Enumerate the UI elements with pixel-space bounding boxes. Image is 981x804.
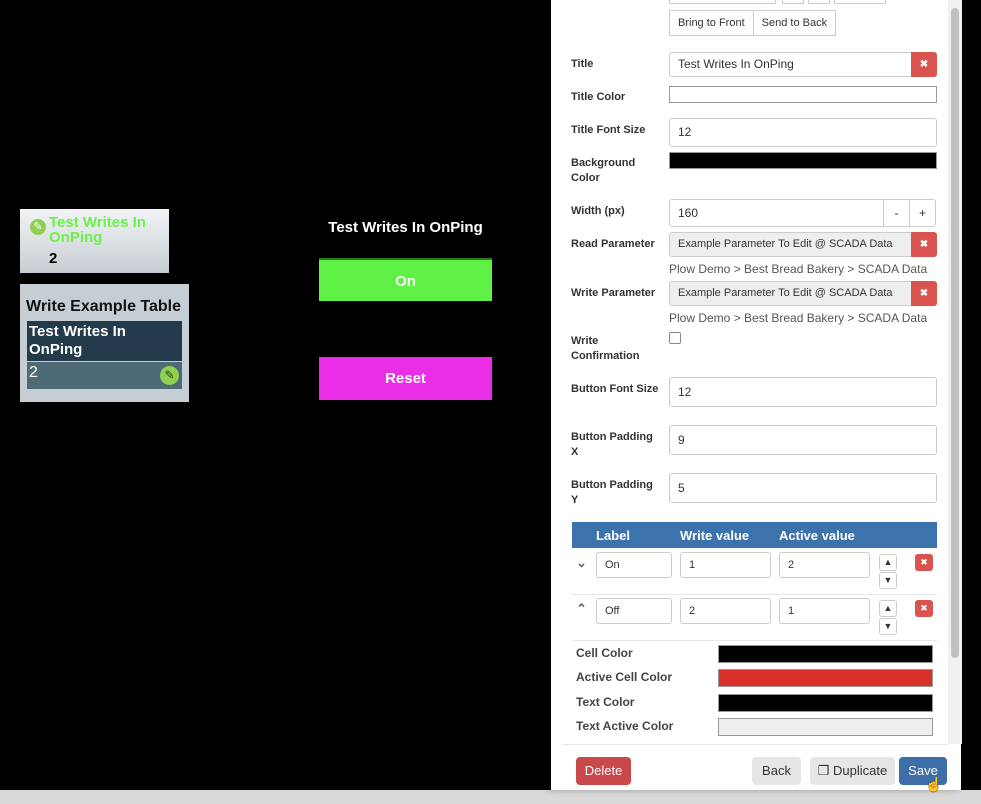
send-to-back-button[interactable]: Send to Back (753, 10, 837, 36)
pencil-icon[interactable]: ✎ (160, 366, 179, 385)
width-increase-button[interactable]: + (909, 199, 936, 227)
cut-off-control[interactable] (834, 0, 886, 4)
on-button[interactable]: On (319, 258, 492, 301)
duplicate-button[interactable]: ❐ Duplicate (810, 757, 895, 785)
dashboard-canvas: ✎ Test Writes In OnPing 2 Write Example … (0, 0, 551, 790)
width-input[interactable]: 160 (669, 199, 884, 227)
text-color-label: Text Color (576, 695, 635, 709)
width-decrease-button[interactable]: - (883, 199, 910, 227)
value-widget-value: 2 (49, 250, 58, 267)
row-divider (572, 594, 937, 595)
move-up-button[interactable]: ▲ (879, 554, 897, 571)
text-active-color-label: Text Active Color (576, 719, 674, 733)
button-padding-y-input[interactable]: 5 (669, 473, 937, 503)
write-parameter-path: Plow Demo > Best Bread Bakery > SCADA Da… (669, 311, 928, 325)
bottom-strip (0, 790, 981, 804)
write-parameter-input[interactable]: Example Parameter To Edit @ SCADA Data (669, 281, 912, 306)
delete-button[interactable]: Delete (576, 757, 631, 785)
state-label-input[interactable]: On (596, 552, 672, 578)
read-parameter-input[interactable]: Example Parameter To Edit @ SCADA Data (669, 232, 912, 257)
read-parameter-path: Plow Demo > Best Bread Bakery > SCADA Da… (669, 262, 928, 276)
scrollbar-thumb[interactable] (951, 8, 959, 658)
chevron-down-icon: ▼ (883, 621, 893, 631)
chevron-up-icon: ▲ (883, 603, 893, 613)
cell-color-label: Cell Color (576, 646, 633, 660)
chevron-up-icon: ▲ (883, 557, 893, 567)
write-table-header: Test Writes In OnPing (27, 321, 182, 361)
state-write-value-input[interactable]: 2 (680, 598, 771, 624)
background-color-swatch[interactable] (669, 152, 937, 169)
cell-color-swatch[interactable] (718, 645, 933, 663)
hand-cursor-icon: ☝ (925, 776, 943, 792)
button-padding-x-input[interactable]: 9 (669, 425, 937, 455)
button-font-size-input[interactable]: 12 (669, 377, 937, 407)
clear-read-parameter-button[interactable]: ✖ (911, 232, 937, 257)
panel-scrollbar[interactable] (948, 0, 962, 744)
footer-divider (563, 744, 948, 745)
chevron-down-icon[interactable]: ⌄ (576, 555, 587, 571)
button-padding-y-label: Button Padding Y (571, 479, 653, 506)
pencil-icon[interactable]: ✎ (30, 219, 46, 235)
back-button[interactable]: Back (752, 757, 801, 785)
write-confirmation-label: Write Confirmation (571, 335, 640, 362)
move-down-button[interactable]: ▼ (879, 572, 897, 589)
state-label-input[interactable]: Off (596, 598, 672, 624)
states-table-header: Label Write value Active value (572, 522, 937, 548)
title-label: Title (571, 58, 594, 70)
duplicate-label: Duplicate (833, 763, 888, 778)
title-color-swatch[interactable] (669, 86, 937, 103)
write-table-row[interactable]: 2 ✎ (27, 362, 182, 389)
state-active-value-input[interactable]: 1 (779, 598, 870, 624)
write-confirmation-checkbox[interactable] (669, 332, 681, 344)
write-example-table[interactable]: Write Example Table Test Writes In OnPin… (20, 284, 189, 402)
button-font-size-label: Button Font Size (571, 383, 659, 395)
write-table-title: Write Example Table (26, 298, 182, 315)
cut-off-control[interactable] (808, 0, 830, 4)
value-widget-title: Test Writes In OnPing (49, 214, 146, 246)
chevron-down-icon: ▼ (883, 575, 893, 585)
title-input[interactable]: Test Writes In OnPing (669, 52, 912, 77)
cut-off-control[interactable] (782, 0, 804, 4)
active-cell-color-label: Active Cell Color (576, 670, 673, 684)
width-label: Width (px) (571, 205, 625, 217)
column-header-active-value: Active value (779, 528, 855, 543)
write-parameter-label: Write Parameter (571, 287, 656, 299)
active-cell-color-swatch[interactable] (718, 669, 933, 687)
copy-icon: ❐ (817, 763, 830, 778)
background-color-label: Background Color (571, 157, 636, 184)
close-icon: ✖ (919, 59, 929, 70)
column-header-label: Label (596, 528, 630, 543)
button-widget-title: Test Writes In OnPing (328, 219, 483, 236)
read-parameter-label: Read Parameter (571, 238, 655, 250)
write-table-value: 2 (29, 364, 38, 381)
clear-title-button[interactable]: ✖ (911, 52, 937, 77)
value-widget[interactable]: ✎ Test Writes In OnPing 2 (20, 209, 169, 273)
remove-state-button[interactable]: ✖ (915, 600, 933, 617)
close-icon: ✖ (919, 239, 929, 250)
state-write-value-input[interactable]: 1 (680, 552, 771, 578)
text-active-color-swatch[interactable] (718, 718, 933, 736)
title-font-size-label: Title Font Size (571, 124, 646, 136)
button-padding-x-label: Button Padding X (571, 431, 653, 458)
state-active-value-input[interactable]: 2 (779, 552, 870, 578)
close-icon: ✖ (919, 288, 929, 299)
text-color-swatch[interactable] (718, 694, 933, 712)
move-up-button[interactable]: ▲ (879, 600, 897, 617)
clear-write-parameter-button[interactable]: ✖ (911, 281, 937, 306)
row-divider (572, 640, 937, 641)
chevron-up-icon[interactable]: ⌃ (576, 601, 587, 617)
column-header-write-value: Write value (680, 528, 750, 543)
bring-to-front-button[interactable]: Bring to Front (669, 10, 754, 36)
title-font-size-input[interactable]: 12 (669, 118, 937, 147)
close-icon: ✖ (920, 557, 928, 567)
reset-button[interactable]: Reset (319, 357, 492, 400)
layer-order-group: Bring to Front Send to Back (669, 10, 837, 36)
move-down-button[interactable]: ▼ (879, 618, 897, 635)
close-icon: ✖ (920, 603, 928, 613)
cut-off-control[interactable] (669, 0, 776, 4)
title-color-label: Title Color (571, 91, 626, 103)
remove-state-button[interactable]: ✖ (915, 554, 933, 571)
